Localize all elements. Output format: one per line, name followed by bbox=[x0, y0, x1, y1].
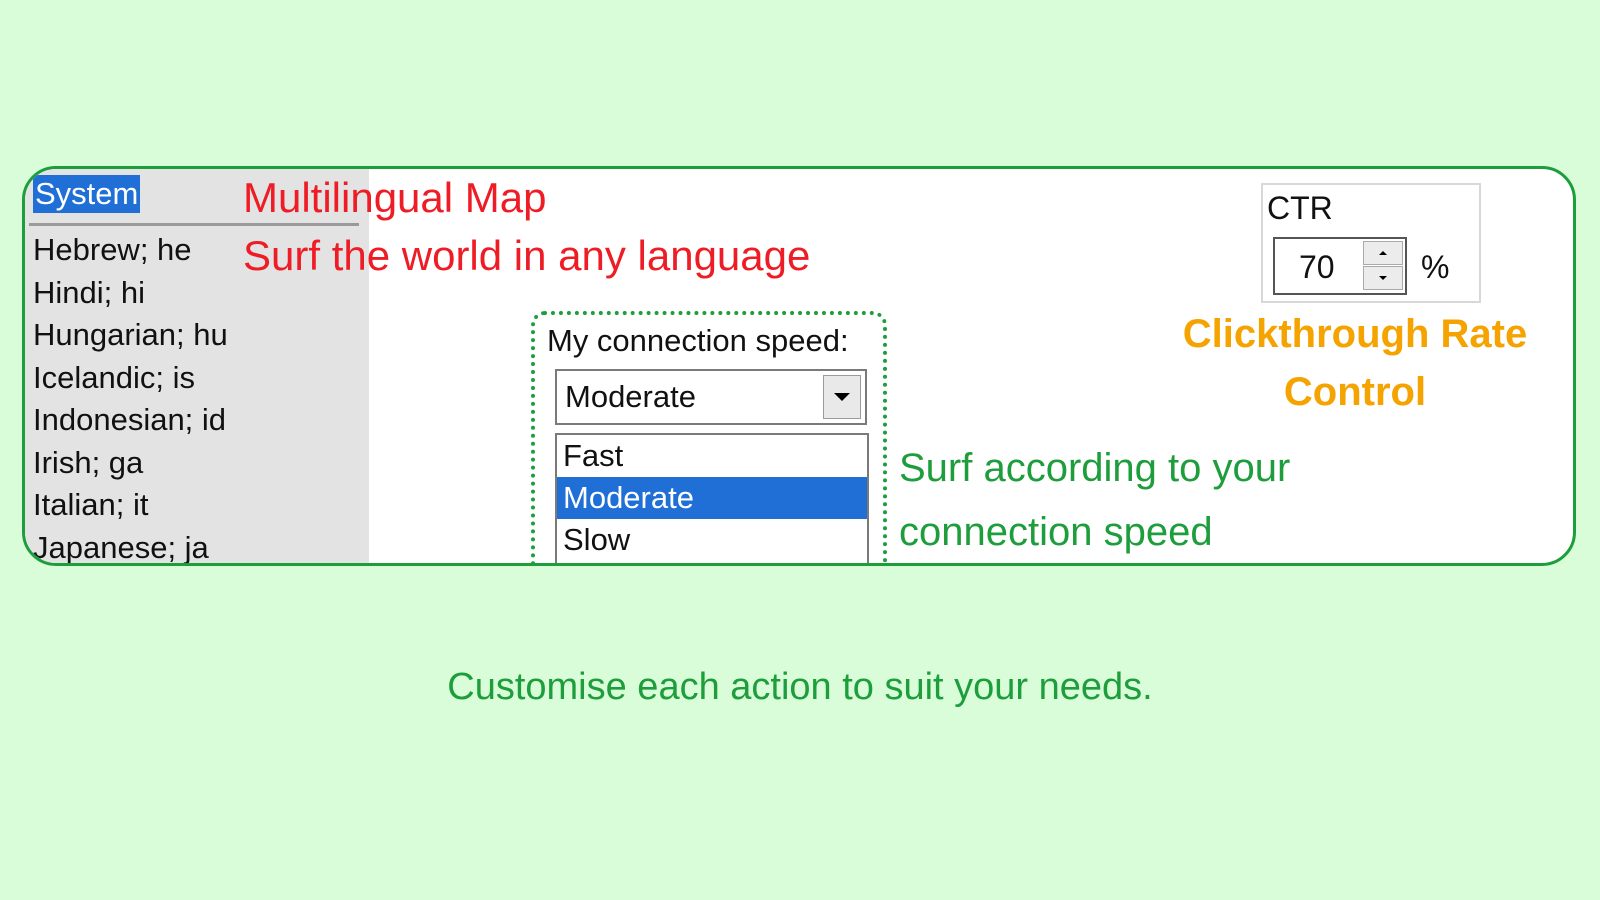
dropdown-arrow-icon[interactable] bbox=[823, 375, 861, 419]
spin-down-icon[interactable] bbox=[1363, 266, 1403, 290]
connection-speed-description-line1: Surf according to your bbox=[899, 446, 1291, 490]
language-item[interactable]: Indonesian; id bbox=[33, 399, 228, 442]
ctr-unit: % bbox=[1421, 249, 1450, 285]
language-item[interactable]: Hebrew; he bbox=[33, 229, 228, 272]
spin-up-icon[interactable] bbox=[1363, 241, 1403, 265]
ctr-spin-input[interactable]: 70 bbox=[1273, 237, 1407, 295]
connection-speed-group: My connection speed: Moderate Fast Moder… bbox=[531, 311, 887, 563]
ctr-description-line2: Control bbox=[1283, 370, 1427, 414]
language-list: Hebrew; he Hindi; hi Hungarian; hu Icela… bbox=[33, 229, 228, 564]
connection-speed-selected-value: Moderate bbox=[565, 379, 696, 414]
ctr-value[interactable]: 70 bbox=[1299, 245, 1335, 289]
language-item[interactable]: Hungarian; hu bbox=[33, 314, 228, 357]
language-item[interactable]: Irish; ga bbox=[33, 442, 228, 485]
language-item[interactable]: Hindi; hi bbox=[33, 272, 228, 315]
speed-option-moderate[interactable]: Moderate bbox=[557, 477, 867, 519]
ctr-spinner bbox=[1363, 241, 1403, 291]
language-listbox[interactable]: System Hebrew; he Hindi; hi Hungarian; h… bbox=[25, 169, 369, 563]
language-item[interactable]: Icelandic; is bbox=[33, 357, 228, 400]
multilingual-title: Multilingual Map bbox=[243, 174, 547, 221]
ctr-label: CTR bbox=[1267, 190, 1333, 226]
multilingual-subtitle: Surf the world in any language bbox=[243, 232, 811, 279]
connection-speed-select[interactable]: Moderate bbox=[555, 369, 867, 425]
language-header-selected-text[interactable]: System bbox=[33, 175, 141, 213]
connection-speed-options: Fast Moderate Slow bbox=[555, 433, 869, 563]
ctr-description-line1: Clickthrough Rate bbox=[1182, 312, 1528, 356]
ctr-control-group: CTR 70 % bbox=[1261, 183, 1481, 303]
speed-option-fast[interactable]: Fast bbox=[557, 435, 867, 477]
page-caption: Customise each action to suit your needs… bbox=[447, 666, 1153, 708]
speed-option-slow[interactable]: Slow bbox=[557, 519, 867, 561]
language-item[interactable]: Japanese; ja bbox=[33, 527, 228, 564]
language-item[interactable]: Italian; it bbox=[33, 484, 228, 527]
feature-panel: System Hebrew; he Hindi; hi Hungarian; h… bbox=[22, 166, 1576, 566]
connection-speed-description-line2: connection speed bbox=[899, 510, 1213, 554]
connection-speed-label: My connection speed: bbox=[547, 323, 849, 358]
